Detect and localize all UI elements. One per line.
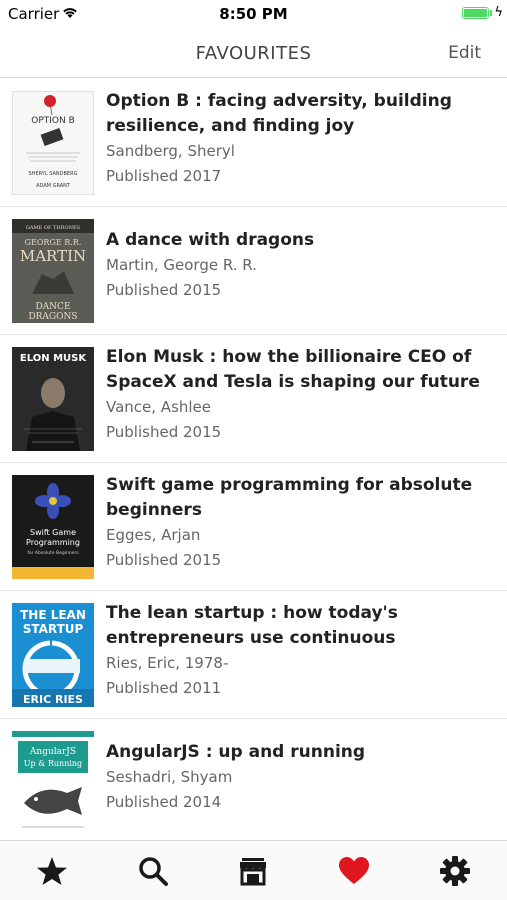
- cover-title: THE LEAN: [20, 608, 86, 622]
- book-info: A dance with dragons Martin, George R. R…: [106, 228, 493, 303]
- book-info: Swift game programming for absolute begi…: [106, 473, 493, 573]
- tab-store[interactable]: [235, 853, 271, 889]
- svg-text:STARTUP: STARTUP: [23, 622, 84, 636]
- svg-text:DANCE: DANCE: [35, 302, 70, 312]
- navigation-bar: FAVOURITES Edit: [0, 30, 507, 78]
- search-icon: [139, 857, 168, 886]
- book-author: Ries, Eric, 1978-: [106, 654, 229, 672]
- balloon-icon: [44, 95, 56, 107]
- book-title: AngularJS : up and running: [106, 742, 366, 762]
- svg-text:DRAGONS: DRAGONS: [28, 312, 77, 322]
- book-author: Egges, Arjan: [106, 526, 201, 544]
- cover-author-surname: MARTIN: [20, 247, 86, 265]
- book-title: Swift game programming for absolute begi…: [106, 475, 473, 520]
- cover-title: AngularJS: [29, 747, 76, 757]
- book-cover: OPTION B SHERYL SANDBERG ADAM GRANT: [12, 91, 94, 195]
- book-published: Published 2014: [106, 793, 222, 811]
- heart-icon: [339, 857, 369, 884]
- book-title: Elon Musk : how the billionaire CEO of S…: [106, 347, 480, 392]
- edit-button[interactable]: Edit: [448, 43, 481, 63]
- book-title: Option B : facing adversity, building re…: [106, 91, 452, 136]
- svg-text:Programming: Programming: [26, 538, 80, 547]
- book-cover: ELON MUSK: [12, 347, 94, 451]
- book-info: The lean startup : how today's entrepren…: [106, 601, 493, 701]
- book-cover: GAME OF THRONES GEORGE R.R. MARTIN DANCE…: [12, 219, 94, 323]
- page-title: FAVOURITES: [195, 43, 312, 64]
- battery-tip: [490, 10, 492, 16]
- book-author: Seshadri, Shyam: [106, 768, 233, 786]
- list-item[interactable]: AngularJS Up & Running AngularJS : up an…: [0, 719, 507, 840]
- book-cover: THE LEAN STARTUP ERIC RIES: [12, 603, 94, 707]
- book-cover: Swift Game Programming for Absolute Begi…: [12, 475, 94, 579]
- list-item[interactable]: ELON MUSK Elon Musk : how the billionair…: [0, 335, 507, 463]
- book-published: Published 2011: [106, 679, 222, 697]
- status-bar: Carrier 8:50 PM ϟ: [0, 0, 507, 30]
- svg-text:SHERYL SANDBERG: SHERYL SANDBERG: [29, 171, 78, 177]
- book-published: Published 2015: [106, 423, 222, 441]
- svg-text:ADAM GRANT: ADAM GRANT: [36, 183, 71, 189]
- tab-settings[interactable]: [437, 853, 473, 889]
- book-published: Published 2015: [106, 281, 222, 299]
- charging-icon: ϟ: [494, 5, 503, 20]
- book-info: AngularJS : up and running Seshadri, Shy…: [106, 740, 493, 815]
- svg-text:Up & Running: Up & Running: [24, 759, 82, 768]
- cover-title: OPTION B: [31, 116, 75, 126]
- svg-text:GAME OF THRONES: GAME OF THRONES: [26, 225, 81, 231]
- book-published: Published 2015: [106, 551, 222, 569]
- svg-text:ERIC RIES: ERIC RIES: [23, 693, 83, 706]
- battery-icon: [462, 7, 489, 19]
- book-title: The lean startup : how today's entrepren…: [106, 603, 398, 648]
- star-icon: [37, 857, 67, 885]
- cover-title: Swift Game: [30, 528, 76, 537]
- list-item[interactable]: GAME OF THRONES GEORGE R.R. MARTIN DANCE…: [0, 207, 507, 335]
- tab-bar: [0, 840, 507, 900]
- favourites-list[interactable]: OPTION B SHERYL SANDBERG ADAM GRANT Opti…: [0, 79, 507, 840]
- book-published: Published 2017: [106, 167, 222, 185]
- store-icon: [240, 858, 266, 886]
- tab-search[interactable]: [135, 853, 171, 889]
- tab-favorites[interactable]: [34, 853, 70, 889]
- book-author: Vance, Ashlee: [106, 398, 212, 416]
- book-author: Martin, George R. R.: [106, 256, 257, 274]
- cover-author: GEORGE R.R.: [25, 238, 82, 247]
- cover-title: ELON MUSK: [20, 353, 87, 364]
- book-info: Option B : facing adversity, building re…: [106, 89, 493, 189]
- list-item[interactable]: THE LEAN STARTUP ERIC RIES The lean star…: [0, 591, 507, 719]
- book-info: Elon Musk : how the billionaire CEO of S…: [106, 345, 493, 445]
- book-author: Sandberg, Sheryl: [106, 142, 235, 160]
- book-title: A dance with dragons: [106, 230, 315, 250]
- book-cover: AngularJS Up & Running: [12, 731, 94, 835]
- list-item[interactable]: Swift Game Programming for Absolute Begi…: [0, 463, 507, 591]
- gear-icon: [440, 856, 470, 886]
- svg-text:for Absolute Beginners: for Absolute Beginners: [27, 550, 79, 556]
- list-item[interactable]: OPTION B SHERYL SANDBERG ADAM GRANT Opti…: [0, 79, 507, 207]
- tab-favourites-heart[interactable]: [336, 853, 372, 889]
- clock: 8:50 PM: [219, 5, 288, 23]
